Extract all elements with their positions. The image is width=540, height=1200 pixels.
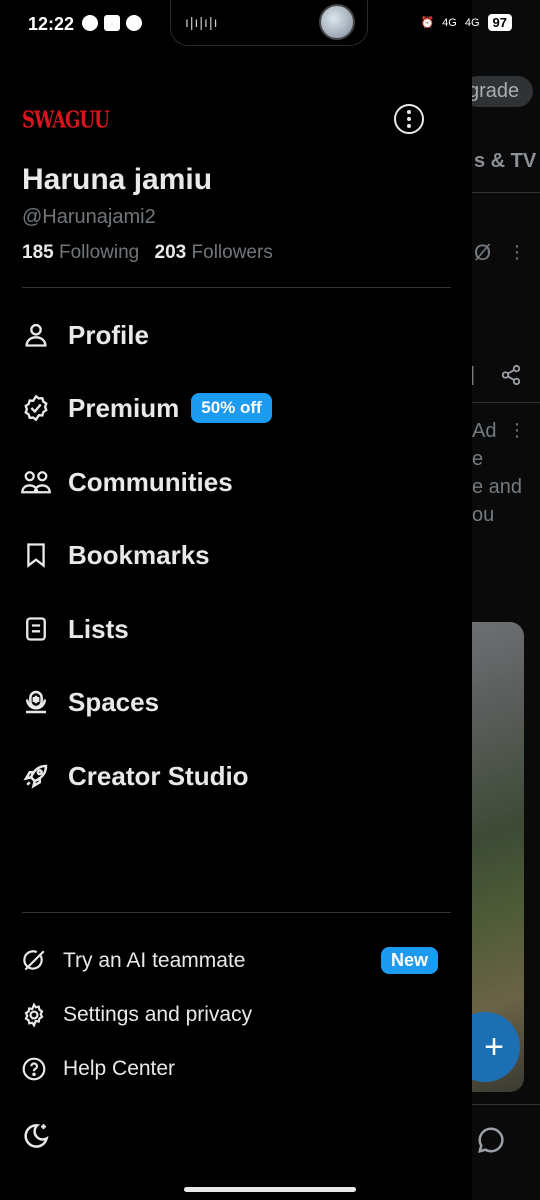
list-icon [20, 613, 52, 645]
status-bar: 12:22 ı|ı|ı|ı ⏰ 4G 4G 97 [0, 0, 540, 52]
menu-item-help-center[interactable]: Help Center [20, 1051, 175, 1087]
menu-item-premium[interactable]: Premium 50% off [20, 386, 272, 430]
menu-item-profile[interactable]: Profile [20, 313, 149, 357]
dot [407, 110, 411, 114]
dynamic-island[interactable]: ı|ı|ı|ı [170, 0, 368, 46]
menu-item-label: Try an AI teammate [63, 949, 246, 972]
menu-item-spaces[interactable]: Spaces [20, 680, 159, 724]
menu-item-label: Profile [68, 319, 149, 350]
divider [22, 287, 451, 288]
add-user-icon [104, 15, 120, 31]
share-icon[interactable] [500, 364, 522, 386]
account-options-button[interactable] [394, 104, 424, 134]
moon-icon [24, 1124, 49, 1148]
menu-item-lists[interactable]: Lists [20, 607, 129, 651]
person-icon [20, 319, 52, 351]
tab-movies-tv[interactable]: s & TV [474, 150, 536, 173]
menu-item-label: Premium [68, 392, 180, 423]
menu-item-settings[interactable]: Settings and privacy [20, 997, 252, 1033]
menu-item-bookmarks[interactable]: Bookmarks [20, 533, 210, 577]
following-link[interactable]: 185 Following [22, 242, 139, 263]
following-label: Following [58, 242, 140, 263]
rocket-icon [20, 760, 52, 792]
audio-wave-icon: ı|ı|ı|ı [185, 14, 219, 30]
following-count: 185 [22, 242, 54, 263]
gear-icon [20, 1001, 48, 1029]
network-indicator-1: 4G [442, 16, 457, 29]
followers-count: 203 [154, 242, 187, 263]
app-notification-icon [126, 15, 142, 31]
divider [472, 402, 540, 403]
spaces-icon [20, 686, 52, 718]
bookmark-icon [20, 539, 52, 571]
profile-handle: @Harunajami2 [22, 206, 156, 228]
post-text-fragment: e [472, 448, 484, 470]
new-badge: New [381, 947, 439, 974]
system-indicators: ⏰ 4G 4G 97 [420, 14, 512, 31]
background-timeline: grade s & TV Ø ⋮ | Ad ⋮ e e and ou + [472, 0, 540, 1200]
views-icon: | [472, 364, 476, 386]
post-text-fragment: e and [472, 476, 523, 498]
post-text-fragment: ou [472, 504, 495, 526]
whatsapp-icon [82, 15, 98, 31]
menu-item-creator-studio[interactable]: Creator Studio [20, 754, 249, 798]
verified-badge-icon [20, 392, 52, 424]
clock: 12:22 [28, 14, 75, 34]
menu-item-label: Lists [68, 613, 129, 644]
menu-item-label: Bookmarks [68, 539, 210, 570]
more-icon[interactable]: ⋮ [508, 420, 526, 441]
divider [22, 912, 451, 913]
followers-label: Followers [191, 242, 273, 263]
menu-item-label: Communities [68, 466, 233, 497]
menu-item-ai-teammate[interactable]: Try an AI teammate [20, 943, 245, 979]
divider [472, 192, 540, 193]
messages-icon[interactable] [476, 1125, 504, 1154]
avatar[interactable]: SWAGUU [22, 98, 110, 142]
more-icon[interactable]: ⋮ [508, 242, 526, 263]
discount-badge: 50% off [191, 393, 272, 423]
profile-name[interactable]: Haruna jamiu [22, 163, 212, 197]
menu-item-label: Settings and privacy [63, 1003, 253, 1026]
menu-item-label: Creator Studio [68, 760, 249, 791]
follow-stats: 185 Following 203 Followers [22, 242, 273, 264]
battery-indicator: 97 [487, 14, 512, 31]
followers-link[interactable]: 203 Followers [155, 242, 273, 263]
alarm-icon: ⏰ [420, 17, 435, 29]
media-thumbnail [319, 4, 355, 40]
ad-label: Ad [472, 420, 497, 442]
dot [407, 124, 411, 128]
notification-icons [82, 15, 142, 31]
navigation-drawer: SWAGUU Haruna jamiu @Harunajami2 185 Fol… [0, 0, 472, 1200]
help-icon [20, 1055, 48, 1083]
people-icon [20, 466, 52, 498]
upgrade-button[interactable]: grade [472, 76, 534, 107]
divider [472, 1104, 540, 1105]
avatar-logo-text: SWAGUU [22, 106, 110, 134]
menu-item-communities[interactable]: Communities [20, 460, 233, 504]
dot [407, 117, 411, 121]
grok-icon: Ø [474, 240, 492, 265]
display-mode-button[interactable] [21, 1121, 53, 1153]
home-indicator[interactable] [184, 1187, 356, 1192]
menu-item-label: Spaces [68, 686, 160, 717]
menu-item-label: Help Center [63, 1057, 176, 1080]
grok-icon [20, 947, 48, 975]
network-indicator-2: 4G [464, 16, 480, 29]
